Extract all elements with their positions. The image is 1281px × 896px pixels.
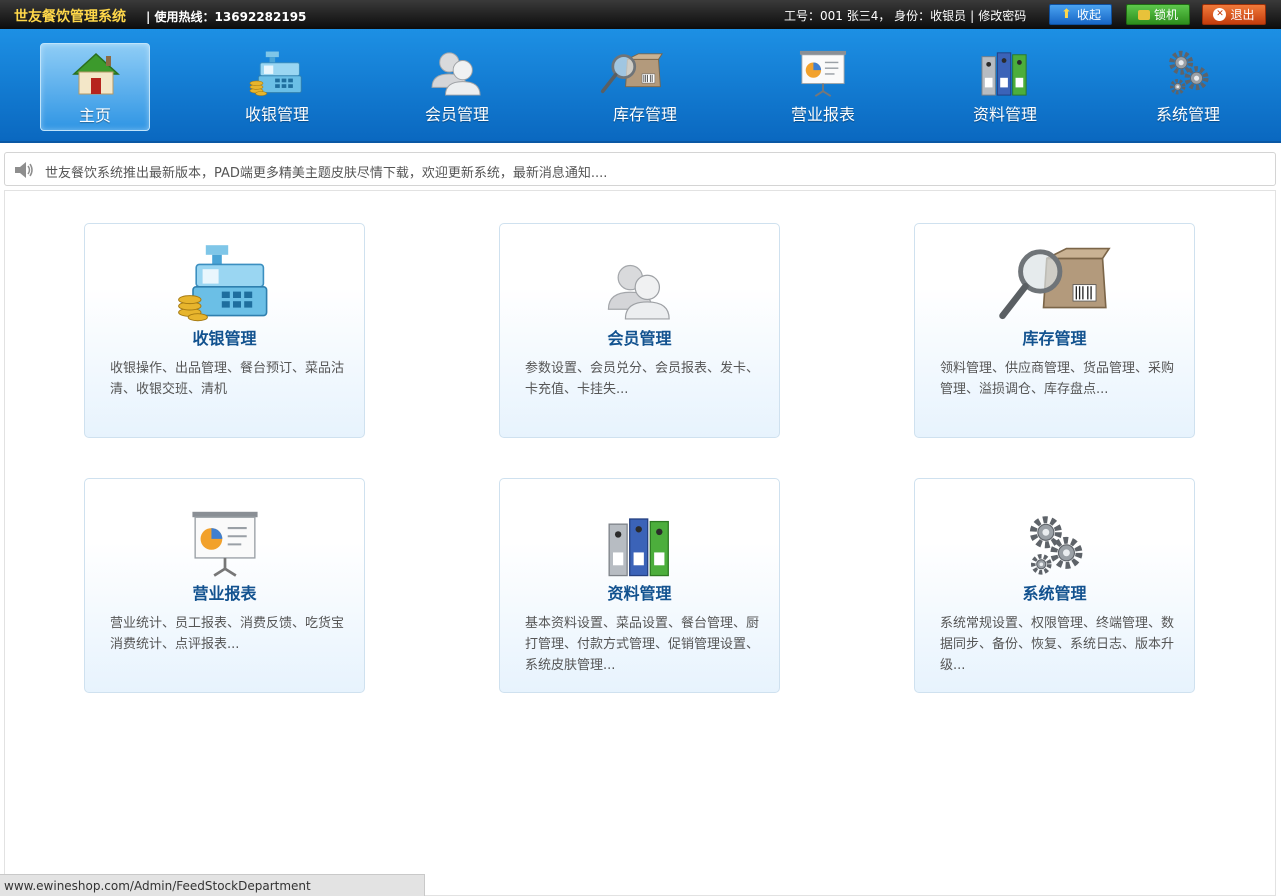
nav-item-members[interactable]: 会员管理 [402,43,512,131]
inventory-icon [993,242,1117,324]
collapse-button[interactable]: ⬆ 收起 [1049,4,1112,25]
nav-item-label: 库存管理 [612,105,677,124]
binders-icon [977,49,1033,97]
card-system[interactable]: 系统管理 系统常规设置、权限管理、终端管理、数据同步、备份、恢复、系统日志、版本… [914,478,1195,693]
exit-button-label: 退出 [1230,8,1255,22]
close-icon: ✕ [1213,8,1227,21]
user-info-text: 工号：001 张三4， 身份：收银员 [784,9,967,23]
inventory-icon [600,49,664,97]
card-desc: 收银操作、出品管理、餐台预订、菜品沽清、收银交班、清机 [110,361,345,397]
cash-register-icon [249,49,305,97]
user-info-separator: | [970,9,975,23]
card-desc: 营业统计、员工报表、消费反馈、吃货宝消费统计、点评报表... [110,616,345,652]
nav-item-cashier[interactable]: 收银管理 [222,43,332,131]
status-bar-url: www.ewineshop.com/Admin/FeedStockDepartm… [0,874,425,896]
nav-item-inventory[interactable]: 库存管理 [590,43,700,131]
nav-item-data[interactable]: 资料管理 [950,43,1060,131]
notice-bar: 世友餐饮系统推出最新版本，PAD端更多精美主题皮肤尽情下载，欢迎更新系统，最新消… [4,152,1276,186]
card-title: 收银管理 [192,329,257,348]
report-icon [795,49,851,97]
card-desc: 基本资料设置、菜品设置、餐台管理、厨打管理、付款方式管理、促销管理设置、系统皮肤… [525,616,760,673]
card-title: 系统管理 [1022,584,1087,603]
report-icon [187,507,263,579]
card-desc: 参数设置、会员兑分、会员报表、发卡、卡充值、卡挂失... [525,361,760,397]
nav-item-system[interactable]: 系统管理 [1133,43,1243,131]
nav-item-reports[interactable]: 营业报表 [768,43,878,131]
card-members[interactable]: 会员管理 参数设置、会员兑分、会员报表、发卡、卡充值、卡挂失... [499,223,780,438]
app-title: 世友餐饮管理系统 [14,9,126,25]
lock-icon [1137,9,1150,20]
card-title: 营业报表 [192,584,257,603]
card-title: 会员管理 [607,329,672,348]
nav-item-label: 收银管理 [244,105,309,124]
nav-item-label: 资料管理 [972,105,1037,124]
main-nav: 主页 收银管理 会员管理 库存管理 营业报表 资料管理 系统管理 [0,29,1281,143]
card-desc: 系统常规设置、权限管理、终端管理、数据同步、备份、恢复、系统日志、版本升级... [940,616,1175,673]
card-reports[interactable]: 营业报表 营业统计、员工报表、消费反馈、吃货宝消费统计、点评报表... [84,478,365,693]
arrow-up-icon: ⬆ [1061,7,1072,22]
gears-icon [1160,49,1216,97]
speaker-icon [15,162,33,178]
nav-item-label: 会员管理 [424,105,489,124]
home-icon [68,50,124,98]
members-icon [606,258,674,324]
card-title: 库存管理 [1022,329,1087,348]
card-desc: 领料管理、供应商管理、货品管理、采购管理、溢损调仓、库存盘点... [940,361,1175,397]
lock-button[interactable]: 锁机 [1126,4,1190,25]
hotline: | 使用热线：13692282195 [146,10,307,24]
card-cashier[interactable]: 收银管理 收银操作、出品管理、餐台预订、菜品沽清、收银交班、清机 [84,223,365,438]
binders-icon [604,513,676,579]
nav-item-home[interactable]: 主页 [40,43,150,131]
card-inventory[interactable]: 库存管理 领料管理、供应商管理、货品管理、采购管理、溢损调仓、库存盘点... [914,223,1195,438]
user-info: 工号：001 张三4， 身份：收银员 | 修改密码 [784,7,1026,24]
notice-text: 世友餐饮系统推出最新版本，PAD端更多精美主题皮肤尽情下载，欢迎更新系统，最新消… [45,166,608,181]
lock-button-label: 锁机 [1153,8,1178,22]
members-icon [429,49,485,97]
card-title: 资料管理 [607,584,672,603]
cash-register-icon [175,242,275,322]
top-bar: 世友餐饮管理系统 | 使用热线：13692282195 工号：001 张三4， … [0,0,1281,29]
nav-item-label: 系统管理 [1155,105,1220,124]
nav-item-label: 主页 [78,106,111,125]
nav-item-label: 营业报表 [790,105,855,124]
collapse-button-label: 收起 [1076,8,1101,22]
gears-icon [1023,513,1087,579]
card-data[interactable]: 资料管理 基本资料设置、菜品设置、餐台管理、厨打管理、付款方式管理、促销管理设置… [499,478,780,693]
exit-button[interactable]: ✕ 退出 [1202,4,1266,25]
change-password-link[interactable]: 修改密码 [978,9,1026,23]
